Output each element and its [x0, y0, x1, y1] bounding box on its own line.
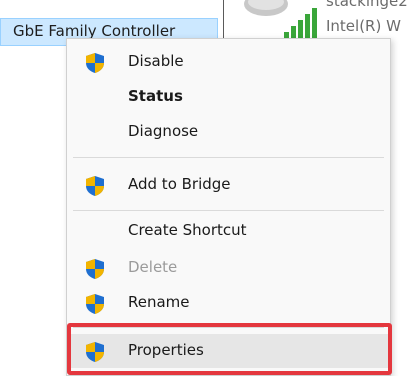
menu-item-create-shortcut[interactable]: Create Shortcut [67, 214, 390, 248]
divider [223, 0, 224, 40]
adapter2-name: stackinge2 [326, 0, 408, 10]
menu-item-label: Rename [128, 293, 190, 311]
menu-item-rename[interactable]: Rename [67, 286, 390, 320]
properties-highlight-box [67, 323, 392, 375]
menu-item-label: Create Shortcut [128, 221, 247, 239]
menu-item-add-to-bridge[interactable]: Add to Bridge [67, 168, 390, 202]
menu-item-label: Add to Bridge [128, 175, 231, 193]
menu-item-status[interactable]: Status [67, 80, 390, 114]
wireless-adapter-icon[interactable] [244, 0, 324, 42]
menu-item-diagnose[interactable]: Diagnose [67, 115, 390, 149]
menu-item-label: Delete [128, 258, 178, 276]
context-menu: Disable Status Diagnose Add to Bridge Cr… [66, 38, 392, 376]
menu-item-disable[interactable]: Disable [67, 45, 390, 79]
menu-item-delete: Delete [67, 251, 390, 285]
uac-shield-icon [86, 294, 104, 314]
uac-shield-icon [86, 176, 104, 196]
menu-separator [73, 210, 384, 211]
uac-shield-icon [86, 53, 104, 73]
uac-shield-icon [86, 259, 104, 279]
adapter2-description: Intel(R) W [326, 17, 401, 35]
menu-item-label: Disable [128, 52, 184, 70]
menu-item-label: Diagnose [128, 122, 199, 140]
menu-item-label: Status [128, 87, 183, 105]
menu-separator [73, 157, 384, 158]
